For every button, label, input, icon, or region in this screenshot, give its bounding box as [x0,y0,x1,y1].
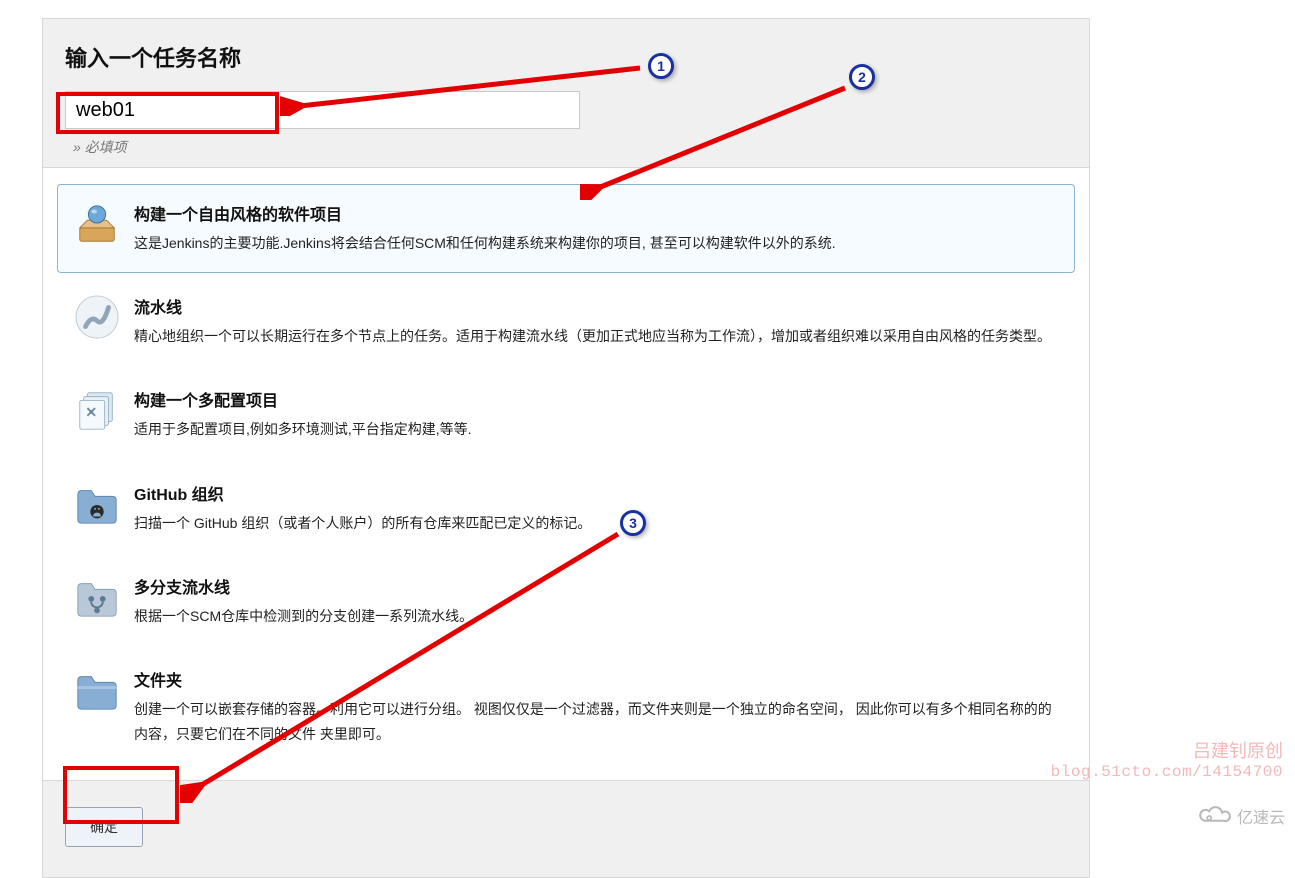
option-desc: 扫描一个 GitHub 组织（或者个人账户）的所有仓库来匹配已定义的标记。 [134,511,1058,536]
option-desc: 适用于多配置项目,例如多环境测试,平台指定构建,等等. [134,417,1058,442]
option-label: GitHub 组织 [134,481,1058,505]
page-title: 输入一个任务名称 [65,41,1067,73]
multibranch-icon [74,574,120,620]
option-label: 流水线 [134,294,1058,318]
option-freestyle[interactable]: 构建一个自由风格的软件项目 这是Jenkins的主要功能.Jenkins将会结合… [57,184,1075,273]
cloud-icon [1197,805,1231,827]
watermark-site: 亿速云 [1197,804,1285,828]
option-desc: 精心地组织一个可以长期运行在多个节点上的任务。适用于构建流水线（更加正式地应当称… [134,324,1058,349]
option-desc: 根据一个SCM仓库中检测到的分支创建一系列流水线。 [134,604,1058,629]
required-hint: » 必填项 [65,137,1067,157]
multiconfig-icon [74,387,120,433]
option-label: 构建一个自由风格的软件项目 [134,201,1058,225]
footer: 确定 [43,780,1089,877]
project-type-list: 构建一个自由风格的软件项目 这是Jenkins的主要功能.Jenkins将会结合… [43,167,1089,780]
folder-icon [74,667,120,713]
ok-button[interactable]: 确定 [65,807,143,847]
option-label: 多分支流水线 [134,574,1058,598]
option-multiconfig[interactable]: 构建一个多配置项目 适用于多配置项目,例如多环境测试,平台指定构建,等等. [57,370,1075,459]
new-item-page: 输入一个任务名称 » 必填项 构建一个自由风格的软件项目 这是Jenkins的主… [42,18,1090,878]
header: 输入一个任务名称 » 必填项 [43,19,1089,167]
task-name-input[interactable] [65,91,580,129]
watermark-author: 吕建钊原创 blog.51cto.com/14154700 [1051,737,1283,781]
option-desc: 创建一个可以嵌套存储的容器。利用它可以进行分组。 视图仅仅是一个过滤器，而文件夹… [134,697,1058,747]
option-pipeline[interactable]: 流水线 精心地组织一个可以长期运行在多个节点上的任务。适用于构建流水线（更加正式… [57,277,1075,366]
option-label: 文件夹 [134,667,1058,691]
option-github-org[interactable]: GitHub 组织 扫描一个 GitHub 组织（或者个人账户）的所有仓库来匹配… [57,464,1075,553]
option-label: 构建一个多配置项目 [134,387,1058,411]
option-folder[interactable]: 文件夹 创建一个可以嵌套存储的容器。利用它可以进行分组。 视图仅仅是一个过滤器，… [57,650,1075,764]
option-desc: 这是Jenkins的主要功能.Jenkins将会结合任何SCM和任何构建系统来构… [134,231,1058,256]
option-multibranch[interactable]: 多分支流水线 根据一个SCM仓库中检测到的分支创建一系列流水线。 [57,557,1075,646]
pipeline-icon [74,294,120,340]
freestyle-icon [74,201,120,247]
github-org-icon [74,481,120,527]
